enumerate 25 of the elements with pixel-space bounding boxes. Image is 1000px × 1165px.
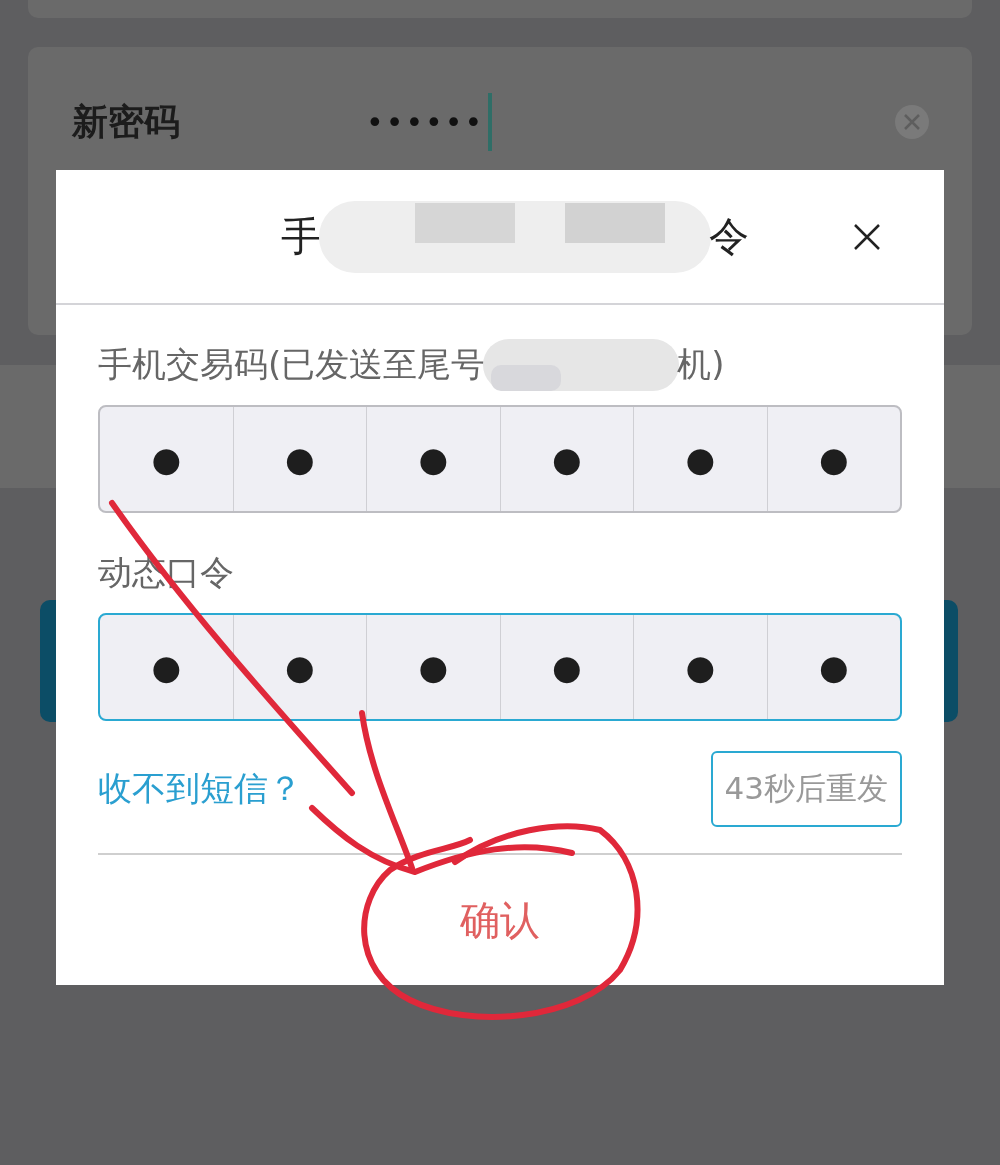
resend-button[interactable]: 43秒后重发 (710, 751, 902, 827)
dialog-title: 手 (281, 212, 321, 261)
masked-digit: ● (418, 442, 449, 476)
no-sms-link[interactable]: 收不到短信？ (98, 766, 302, 812)
password-field[interactable]: •••••• (366, 104, 485, 140)
masked-digit: ● (151, 442, 182, 476)
masked-digit: ● (551, 442, 582, 476)
masked-digit: ● (551, 650, 582, 684)
text-cursor (488, 93, 493, 151)
masked-digit: ● (284, 442, 315, 476)
masked-digit: ● (418, 650, 449, 684)
close-icon[interactable] (852, 222, 882, 252)
field-label: 新密码 (72, 99, 181, 144)
masked-digit: ● (685, 442, 716, 476)
field-label: 手机交易码(已发送至尾号 (98, 343, 486, 386)
code-input[interactable]: ● ● ● ● ● ● (98, 613, 902, 721)
dialog-title: 令 (709, 212, 749, 261)
masked-digit: ● (284, 650, 315, 684)
masked-digit: ● (818, 650, 849, 684)
masked-digit: ● (151, 650, 182, 684)
field-label: 机) (677, 343, 725, 386)
code-input[interactable]: ● ● ● ● ● ● (98, 405, 902, 513)
confirm-button[interactable]: 确认 (440, 882, 560, 958)
masked-digit: ● (818, 442, 849, 476)
masked-digit: ● (685, 650, 716, 684)
